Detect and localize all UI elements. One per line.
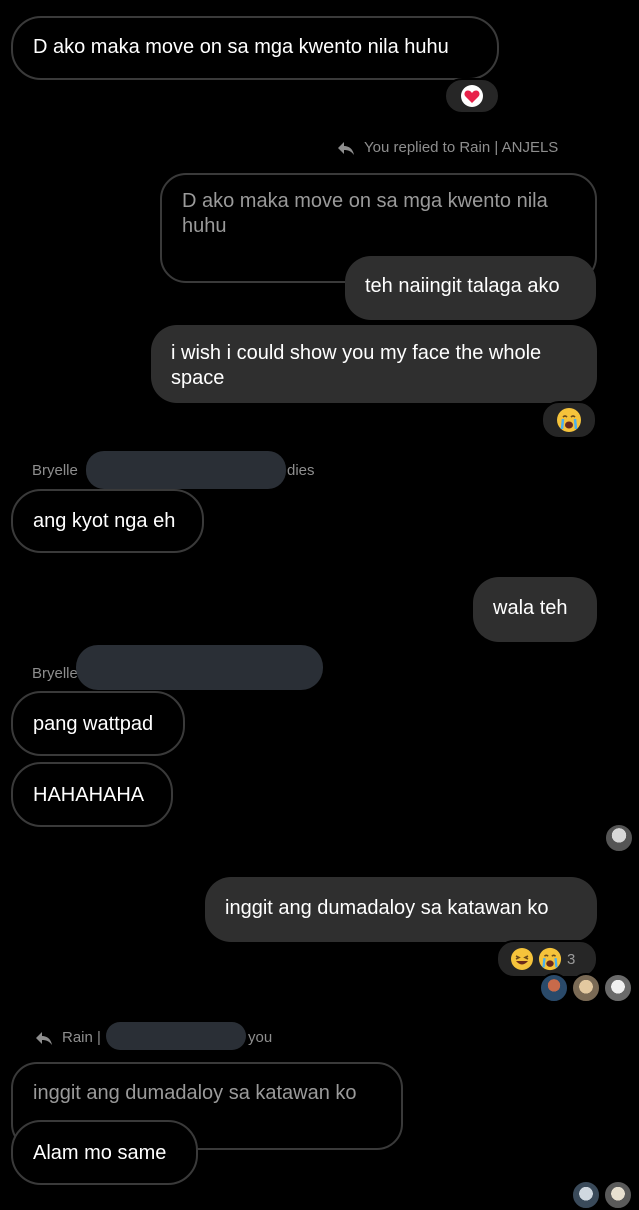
seen-avatar xyxy=(539,973,569,1003)
message-text: teh naiingit talaga ako xyxy=(365,275,560,297)
redaction-block xyxy=(86,451,286,489)
seen-avatar xyxy=(604,823,634,853)
outgoing-message[interactable]: inggit ang dumadaloy sa katawan ko xyxy=(205,877,597,942)
reply-label: You replied to Rain | ANJELS xyxy=(364,139,559,156)
reaction-count: 3 xyxy=(567,950,576,968)
message-text: wala teh xyxy=(493,597,568,619)
reply-header: You replied to Rain | ANJELS xyxy=(336,139,558,156)
incoming-message[interactable]: pang wattpad xyxy=(11,691,185,756)
sender-label-suffix: dies xyxy=(287,462,315,479)
quoted-text: D ako maka move on sa mga kwento nila hu… xyxy=(182,190,548,237)
redaction-block xyxy=(76,645,323,690)
seen-avatar xyxy=(571,973,601,1003)
crying-emoji-icon xyxy=(538,947,562,971)
reply-label-prefix: Rain | xyxy=(62,1029,101,1046)
sender-name: Bryelle xyxy=(32,462,78,479)
reply-header: Rain | xyxy=(34,1029,101,1046)
outgoing-message[interactable]: wala teh xyxy=(473,577,597,642)
message-text: D ako maka move on sa mga kwento nila hu… xyxy=(33,36,449,58)
sender-suffix: dies xyxy=(287,462,315,479)
reaction-heart[interactable] xyxy=(444,78,500,114)
incoming-message[interactable]: HAHAHAHA xyxy=(11,762,173,827)
seen-avatar xyxy=(603,973,633,1003)
outgoing-message[interactable]: teh naiingit talaga ako xyxy=(345,256,596,320)
message-text: pang wattpad xyxy=(33,713,154,735)
incoming-message[interactable]: D ako maka move on sa mga kwento nila hu… xyxy=(11,16,499,80)
sender-name: Bryelle xyxy=(32,665,78,682)
message-text: i wish i could show you my face the whol… xyxy=(171,342,542,389)
heart-emoji-icon xyxy=(460,84,484,108)
message-text: HAHAHAHA xyxy=(33,784,145,806)
message-text: ang kyot nga eh xyxy=(33,510,176,532)
reply-label-suffix: you xyxy=(248,1029,272,1046)
sender-label: Bryelle xyxy=(32,462,78,479)
incoming-message[interactable]: ang kyot nga eh xyxy=(11,489,204,553)
laughing-emoji-icon xyxy=(510,947,534,971)
reaction-crying[interactable] xyxy=(541,401,597,439)
reply-arrow-icon xyxy=(34,1030,54,1046)
outgoing-message[interactable]: i wish i could show you my face the whol… xyxy=(151,325,597,403)
redaction-block xyxy=(106,1022,246,1050)
message-text: inggit ang dumadaloy sa katawan ko xyxy=(225,897,549,919)
incoming-message[interactable]: Alam mo same xyxy=(11,1120,198,1185)
reply-suffix: you xyxy=(248,1029,273,1046)
quoted-text: inggit ang dumadaloy sa katawan ko xyxy=(33,1082,357,1104)
crying-emoji-icon xyxy=(556,407,582,433)
seen-avatar xyxy=(571,1180,601,1210)
reply-arrow-icon xyxy=(336,140,356,156)
message-text: Alam mo same xyxy=(33,1142,167,1164)
sender-label: Bryelle xyxy=(32,665,78,682)
seen-avatar xyxy=(603,1180,633,1210)
